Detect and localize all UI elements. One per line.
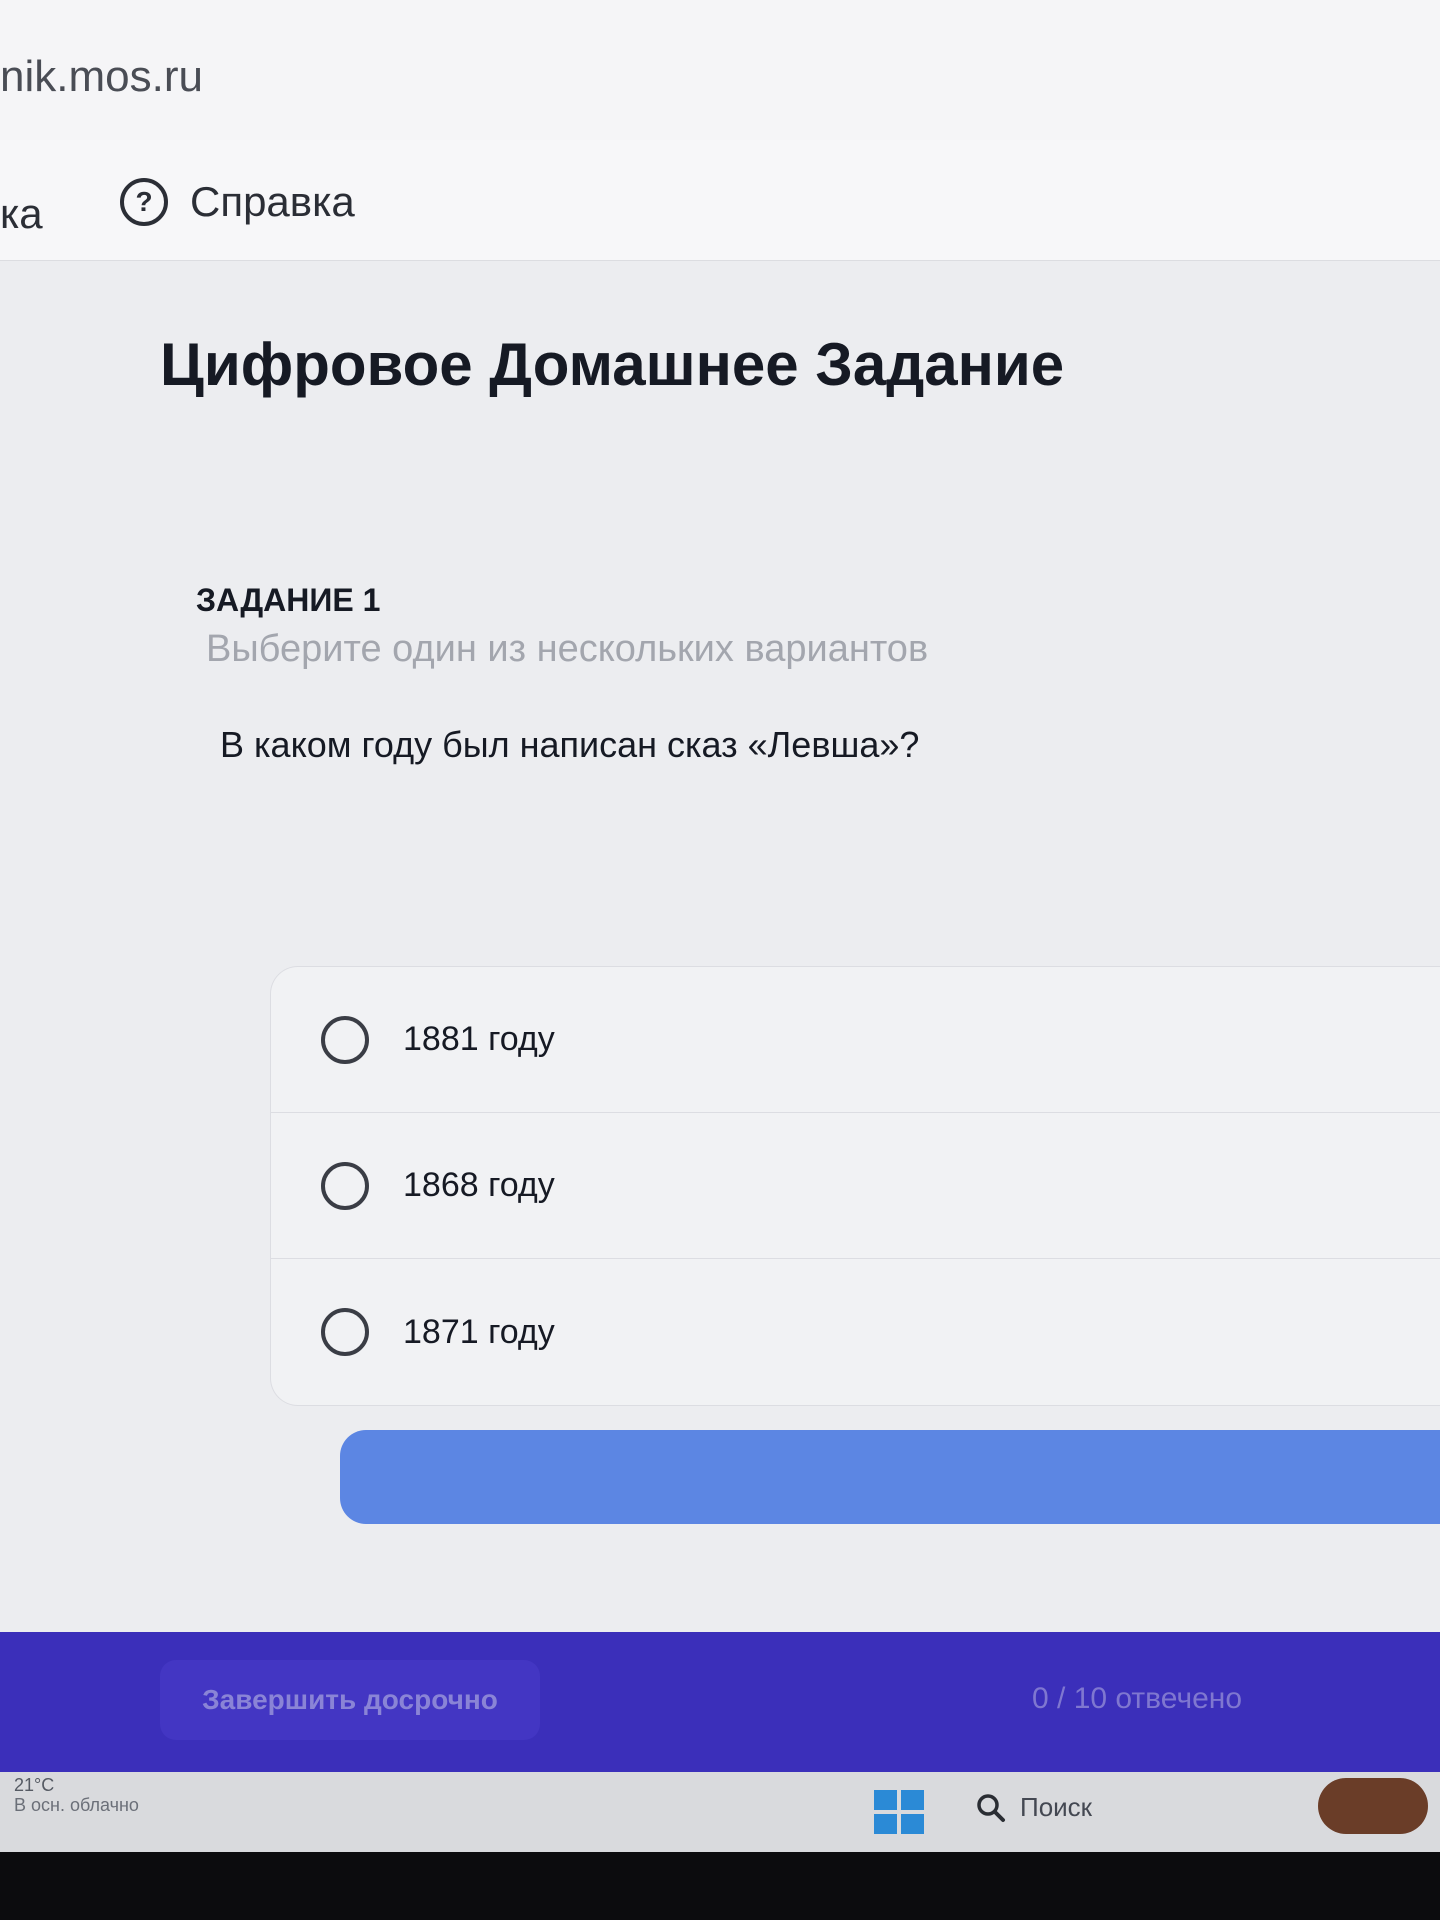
radio-button[interactable] xyxy=(321,1015,369,1064)
nav-item-partial[interactable]: ка xyxy=(0,190,43,238)
help-link[interactable]: ? Справка xyxy=(120,178,355,226)
task-number: ЗАДАНИЕ 1 xyxy=(196,582,381,618)
finish-early-button[interactable]: Завершить досрочно xyxy=(160,1660,540,1740)
task-hint: Выберите один из нескольких вариантов xyxy=(206,628,929,670)
answer-option[interactable]: 1871 году xyxy=(271,1259,1440,1405)
windows-logo-icon[interactable] xyxy=(874,1790,924,1834)
weather-widget[interactable]: 21°C В осн. облачно xyxy=(14,1775,139,1816)
taskbar-app-icon[interactable] xyxy=(1318,1778,1428,1834)
answer-option-label: 1881 году xyxy=(403,1020,555,1058)
answer-options: 1881 году 1868 году 1871 году xyxy=(270,966,1440,1406)
bottom-bar: Завершить досрочно 0 / 10 отвечено xyxy=(0,1632,1440,1772)
answer-option-label: 1868 году xyxy=(403,1166,555,1204)
page-title: Цифровое Домашнее Задание xyxy=(160,331,1065,398)
url-text[interactable]: nik.mos.ru xyxy=(0,52,203,102)
top-nav: ка ? Справка xyxy=(0,140,1440,261)
radio-button[interactable] xyxy=(321,1308,369,1356)
screen-bezel xyxy=(0,1852,1440,1920)
browser-address-bar: nik.mos.ru xyxy=(0,0,1440,141)
weather-description: В осн. облачно xyxy=(14,1794,139,1815)
answer-option[interactable]: 1881 году xyxy=(271,967,1440,1113)
search-label: Поиск xyxy=(1020,1792,1093,1822)
question-circle-icon: ? xyxy=(120,178,168,226)
question-text: В каком году был написан сказ «Левша»? xyxy=(220,724,920,765)
weather-temperature: 21°C xyxy=(14,1775,55,1795)
answer-option-label: 1871 году xyxy=(403,1312,555,1351)
answer-option[interactable]: 1868 году xyxy=(271,1113,1440,1259)
taskbar-search[interactable]: Поиск xyxy=(976,1792,1092,1823)
submit-answer-button[interactable] xyxy=(340,1430,1440,1524)
magnifier-icon xyxy=(977,1793,1005,1822)
radio-button[interactable] xyxy=(321,1161,369,1210)
os-taskbar: 21°C В осн. облачно Поиск xyxy=(0,1772,1440,1852)
help-label: Справка xyxy=(190,178,355,225)
answered-counter: 0 / 10 отвечено xyxy=(1032,1682,1243,1715)
